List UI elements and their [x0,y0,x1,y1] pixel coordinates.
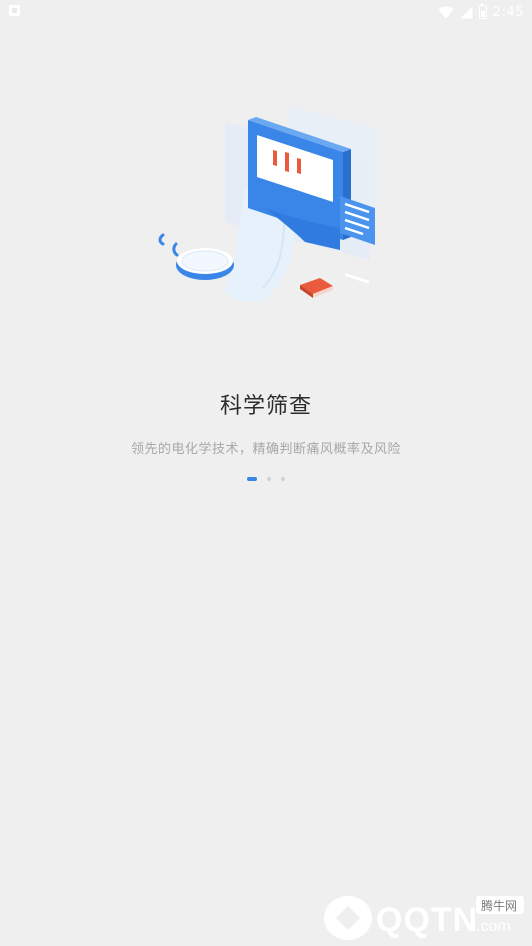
svg-text:腾牛网: 腾牛网 [481,898,517,913]
svg-text:QQTN: QQTN [376,901,478,939]
qqtn-watermark-logo: QQTN .com 腾牛网 [324,896,524,940]
notification-icon [9,5,20,16]
svg-text:.com: .com [476,918,511,935]
status-right: 2:45 [438,2,524,21]
onboarding-screen: 2:45 科学筛查 领先的电化学技术，精确判断痛风概率及风险 QQTN .com… [0,0,532,946]
page-dot-1[interactable] [247,477,257,481]
signal-icon [460,6,473,18]
screening-device-illustration [158,106,377,302]
page-indicator [0,475,532,483]
status-bar: 2:45 [0,0,532,24]
wifi-icon [438,6,454,18]
status-time: 2:45 [492,4,524,20]
page-dot-3[interactable] [281,477,285,481]
page-dot-2[interactable] [267,477,271,481]
slide-description: 领先的电化学技术，精确判断痛风概率及风险 [130,442,401,457]
slide-title: 科学筛查 [219,394,312,419]
battery-icon [478,2,487,19]
